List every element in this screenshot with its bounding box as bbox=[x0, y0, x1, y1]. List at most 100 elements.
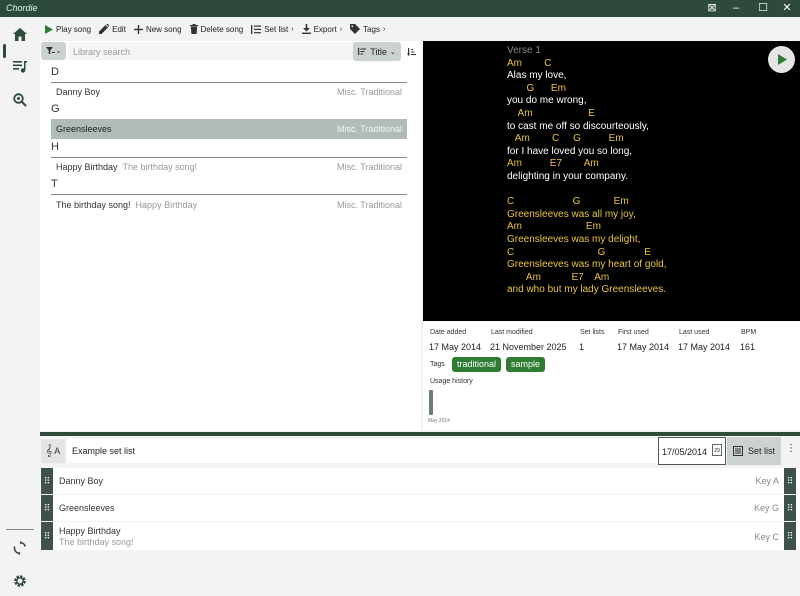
song-title: The birthday song! bbox=[56, 200, 131, 210]
song-row[interactable]: The birthday song! Happy Birthday Misc. … bbox=[51, 195, 407, 215]
song-row-selected[interactable]: Greensleeves Misc. Traditional bbox=[51, 119, 407, 139]
group-header-t: T bbox=[51, 178, 58, 190]
usage-history-label: Usage history bbox=[430, 378, 473, 385]
set-list-button[interactable]: Set list bbox=[727, 437, 781, 465]
song-artist: Misc. Traditional bbox=[336, 87, 402, 97]
calendar-icon[interactable]: 29 bbox=[712, 444, 722, 456]
new-song-button[interactable]: New song bbox=[133, 24, 182, 34]
tags-label: Tags bbox=[430, 361, 445, 368]
first-used-value: 17 May 2014 bbox=[617, 342, 670, 352]
chord-line: Am C G Em bbox=[507, 133, 624, 145]
maximize-button[interactable]: ☐ bbox=[750, 1, 776, 16]
more-options-icon[interactable]: ⋮ bbox=[785, 443, 797, 459]
set-item-key: Key G bbox=[753, 503, 779, 513]
play-icon bbox=[777, 54, 787, 65]
set-lists-header: Set lists bbox=[580, 329, 605, 336]
set-list-item[interactable]: ⠿ Danny Boy Key A ⠿ bbox=[40, 468, 800, 494]
drag-handle-icon[interactable]: ⠿ bbox=[41, 522, 53, 550]
drag-handle-icon[interactable]: ⠿ bbox=[784, 495, 796, 521]
song-subtitle: The birthday song! bbox=[122, 162, 198, 172]
drag-handle-icon[interactable]: ⠿ bbox=[41, 495, 53, 521]
setlists-nav-button[interactable] bbox=[5, 54, 35, 80]
chorus-chord-line: Am E7 Am bbox=[507, 271, 610, 283]
calendar-day: 29 bbox=[714, 448, 720, 454]
chorus-lyric-line: Greensleeves was my delight, bbox=[507, 233, 641, 245]
lyric-line: for I have loved you so long, bbox=[507, 145, 633, 157]
pin-window-button[interactable]: ⊠ bbox=[699, 1, 725, 16]
chorus-chord-line: C G E bbox=[507, 246, 651, 258]
transpose-key-button[interactable]: 𝄞 A bbox=[41, 439, 65, 463]
set-list-item[interactable]: ⠿ Happy Birthday The birthday song! Key … bbox=[40, 522, 800, 550]
sort-icon bbox=[358, 48, 367, 55]
trash-icon bbox=[189, 24, 198, 34]
chevron-right-icon: › bbox=[291, 25, 294, 33]
song-row[interactable]: Happy Birthday The birthday song! Misc. … bbox=[51, 157, 407, 177]
chevron-right-icon: › bbox=[382, 25, 386, 33]
chevron-down-icon: ⌄ bbox=[55, 48, 62, 55]
delete-song-button[interactable]: Delete song bbox=[189, 24, 243, 34]
download-icon bbox=[301, 24, 311, 34]
library-search-input[interactable] bbox=[68, 43, 358, 61]
sync-icon bbox=[13, 541, 27, 555]
minimize-button[interactable]: – bbox=[723, 1, 749, 16]
chorus-chord-line: Am Em bbox=[507, 221, 601, 233]
close-button[interactable]: ✕ bbox=[774, 1, 800, 16]
set-list-header: 𝄞 A 17/05/2014 29 Set list ⋮ bbox=[40, 436, 800, 466]
set-item-title: Greensleeves bbox=[59, 503, 115, 513]
sort-direction-button[interactable] bbox=[403, 42, 420, 61]
chorus-chord-line: C G Em bbox=[507, 196, 629, 208]
set-list-button-label: Set list bbox=[747, 446, 775, 456]
set-list-date-field[interactable]: 17/05/2014 29 bbox=[658, 437, 726, 465]
preview-play-button[interactable] bbox=[768, 46, 795, 73]
last-modified-header: Last modified bbox=[491, 329, 533, 336]
filter-dropdown-button[interactable]: ⌄ bbox=[41, 42, 66, 60]
lyrics-display: Verse 1 Am C Alas my love, G Em you do m… bbox=[507, 45, 667, 297]
edit-button[interactable]: Edit bbox=[99, 24, 126, 34]
group-header-h: H bbox=[51, 141, 59, 153]
lyric-line: Alas my love, bbox=[507, 70, 567, 82]
set-list-name bbox=[67, 439, 659, 463]
song-title: Danny Boy bbox=[56, 87, 101, 97]
lyric-line: to cast me off so discourteously, bbox=[507, 120, 649, 132]
settings-nav-button[interactable] bbox=[5, 568, 35, 594]
sort-field-dropdown[interactable]: Title ⌄ bbox=[353, 42, 401, 61]
song-subtitle: Happy Birthday bbox=[135, 200, 198, 210]
sort-field-label: Title bbox=[370, 46, 387, 57]
toolbar: Play song Edit New song Delete song Set … bbox=[40, 17, 800, 41]
sync-nav-button[interactable] bbox=[5, 535, 35, 561]
edit-label: Edit bbox=[112, 24, 126, 34]
set-item-title: Happy Birthday bbox=[59, 526, 121, 536]
set-list-menu-button[interactable]: Set list › bbox=[251, 24, 294, 34]
title-bar: Chordie ⊠ – ☐ ✕ bbox=[0, 0, 800, 17]
set-list-name-input[interactable] bbox=[67, 439, 659, 463]
play-song-button[interactable]: Play song bbox=[44, 24, 91, 34]
song-row[interactable]: Danny Boy Misc. Traditional bbox=[51, 82, 407, 102]
drag-handle-icon[interactable]: ⠿ bbox=[784, 468, 796, 494]
tag-chip[interactable]: sample bbox=[506, 357, 546, 372]
drag-handle-icon[interactable]: ⠿ bbox=[784, 522, 796, 550]
group-header-g: G bbox=[51, 103, 60, 115]
library-panel: ⌄ Title ⌄ D Danny Boy Misc. Traditional … bbox=[40, 41, 421, 431]
set-list-label: Set list bbox=[264, 24, 289, 34]
last-modified-value: 21 November 2025 bbox=[490, 342, 567, 352]
library-search bbox=[68, 42, 392, 61]
set-list-item[interactable]: ⠿ Greensleeves Key G ⠿ bbox=[40, 495, 800, 521]
export-menu-button[interactable]: Export › bbox=[301, 24, 342, 34]
lyric-line: delighting in your company. bbox=[507, 170, 628, 182]
tags-menu-button[interactable]: Tags › bbox=[350, 24, 385, 34]
navigation-rail bbox=[0, 17, 40, 596]
rail-divider bbox=[6, 529, 34, 530]
chord-line: G Em bbox=[507, 82, 566, 94]
date-added-value: 17 May 2014 bbox=[429, 342, 482, 352]
drag-handle-icon[interactable]: ⠿ bbox=[41, 468, 53, 494]
tag-chip[interactable]: traditional bbox=[452, 357, 502, 372]
home-nav-button[interactable] bbox=[5, 21, 35, 47]
date-added-header: Date added bbox=[430, 329, 467, 336]
lyric-line: you do me wrong, bbox=[507, 95, 587, 107]
zoom-search-icon bbox=[13, 93, 27, 107]
chorus-lyric-line: and who but my lady Greensleeves. bbox=[507, 284, 666, 296]
search-nav-button[interactable] bbox=[5, 87, 35, 113]
song-details: Date added Last modified Set lists First… bbox=[423, 322, 800, 430]
bpm-header: BPM bbox=[741, 329, 757, 336]
song-artist: Misc. Traditional bbox=[336, 162, 402, 172]
